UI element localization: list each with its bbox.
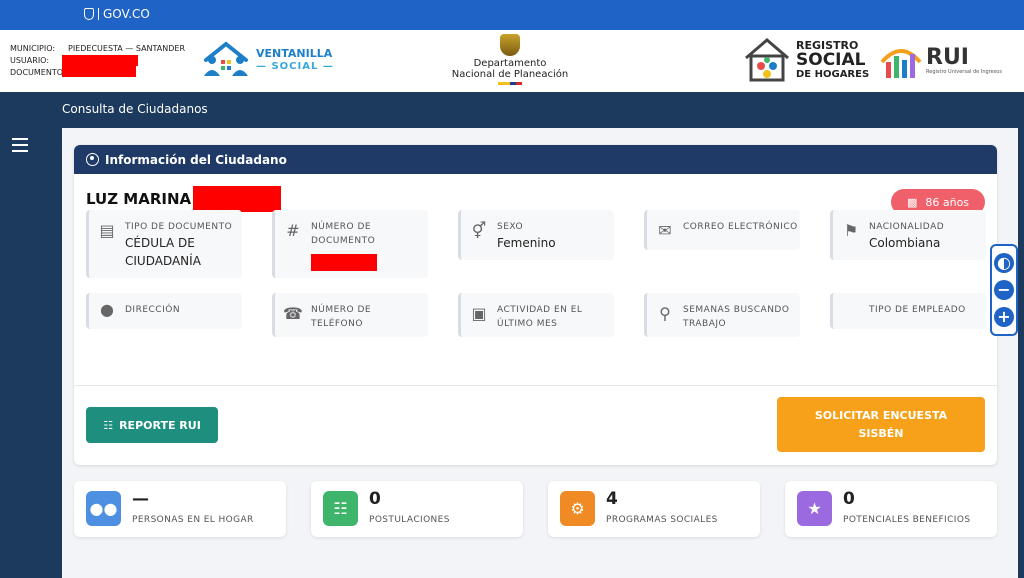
search-icon: ⚲ <box>659 304 671 323</box>
redacted-surname <box>193 186 282 212</box>
field-direccion: ● DIRECCIÓN <box>86 293 242 329</box>
field-tipo-documento: ▤ TIPO DE DOCUMENTO CÉDULA DE CIUDADANÍA <box>86 210 242 278</box>
flag-icon: ⚑ <box>843 221 859 240</box>
divider <box>74 385 997 386</box>
reporte-rui-button[interactable]: ☷ REPORTE RUI <box>86 407 218 443</box>
citizen-name: LUZ MARINA <box>86 186 282 212</box>
stat-programas-sociales: ⚙ 4 PROGRAMAS SOCIALES <box>548 481 760 537</box>
field-correo: ✉ CORREO ELECTRÓNICO <box>644 210 800 250</box>
briefcase-icon: ▣ <box>471 304 487 323</box>
phone-icon: ☎ <box>283 304 303 323</box>
ventanilla-social-logo: VENTANILLA — SOCIAL — <box>200 40 334 80</box>
map-pin-icon: ● <box>100 300 114 319</box>
field-tipo-empleado: TIPO DE EMPLEADO <box>830 293 986 329</box>
app-header: MUNICIPIO: PIEDECUESTA — SANTANDER USUARI… <box>0 30 1024 92</box>
zoom-out-icon[interactable]: − <box>994 279 1014 300</box>
stat-postulaciones: ☷ 0 POSTULACIONES <box>311 481 523 537</box>
municipio-value: PIEDECUESTA — SANTANDER <box>68 44 186 53</box>
gov-co-logo[interactable]: GOV.CO <box>84 7 150 21</box>
accessibility-toolbar: ◐ − + <box>990 244 1018 336</box>
subheader: Consulta de Ciudadanos <box>0 92 1024 128</box>
id-card-icon: ▤ <box>99 221 115 240</box>
field-actividad: ▣ ACTIVIDAD EN EL ÚLTIMO MES <box>458 293 614 337</box>
house-icon <box>745 38 789 82</box>
stat-potenciales-beneficios: ★ 0 POTENCIALES BENEFICIOS <box>785 481 997 537</box>
redacted-user <box>62 55 136 77</box>
user-circle-icon <box>86 153 99 166</box>
hamburger-menu-icon[interactable] <box>12 138 28 152</box>
people-chart-icon <box>880 49 922 78</box>
field-telefono: ☎ NÚMERO DE TELÉFONO <box>272 293 428 337</box>
star-icon: ★ <box>797 491 832 526</box>
gender-icon: ⚥ <box>471 221 487 240</box>
card-header: Información del Ciudadano <box>74 145 997 174</box>
hash-icon: # <box>286 221 300 240</box>
redacted-document-number <box>311 254 377 271</box>
registro-social-hogares-logo: REGISTRO SOCIAL DE HOGARES <box>742 36 869 84</box>
page-title: Consulta de Ciudadanos <box>62 102 208 116</box>
shield-icon <box>84 8 94 20</box>
flag-stripe <box>498 82 522 85</box>
rui-logo: RUI Registro Universal de Ingresos <box>878 42 1002 80</box>
main-content: Información del Ciudadano LUZ MARINA ▩ 8… <box>62 128 1018 578</box>
envelope-icon: ✉ <box>658 221 672 240</box>
contrast-icon[interactable]: ◐ <box>994 253 1014 274</box>
gov-bar: GOV.CO <box>0 0 1024 30</box>
sidebar <box>0 128 62 578</box>
solicitar-encuesta-sisben-button[interactable]: SOLICITAR ENCUESTA SISBÉN <box>777 397 985 452</box>
field-sexo: ⚥ SEXO Femenino <box>458 210 614 260</box>
dnp-logo: Departamento Nacional de Planeación <box>448 34 572 85</box>
crest-icon <box>500 34 520 56</box>
citizen-info-card: Información del Ciudadano LUZ MARINA ▩ 8… <box>74 145 997 465</box>
cake-icon: ▩ <box>906 195 918 209</box>
field-numero-documento: # NÚMERO DE DOCUMENTO <box>272 210 428 278</box>
document-icon: ☷ <box>323 491 358 526</box>
gear-icon: ⚙ <box>560 491 595 526</box>
field-semanas: ⚲ SEMANAS BUSCANDO TRABAJO <box>644 293 800 337</box>
zoom-in-icon[interactable]: + <box>994 306 1014 327</box>
document-icon: ☷ <box>103 418 114 432</box>
field-nacionalidad: ⚑ NACIONALIDAD Colombiana <box>830 210 986 260</box>
people-house-icon <box>204 41 248 76</box>
people-icon: ●● <box>86 491 121 526</box>
stat-personas-hogar: ●● — PERSONAS EN EL HOGAR <box>74 481 286 537</box>
